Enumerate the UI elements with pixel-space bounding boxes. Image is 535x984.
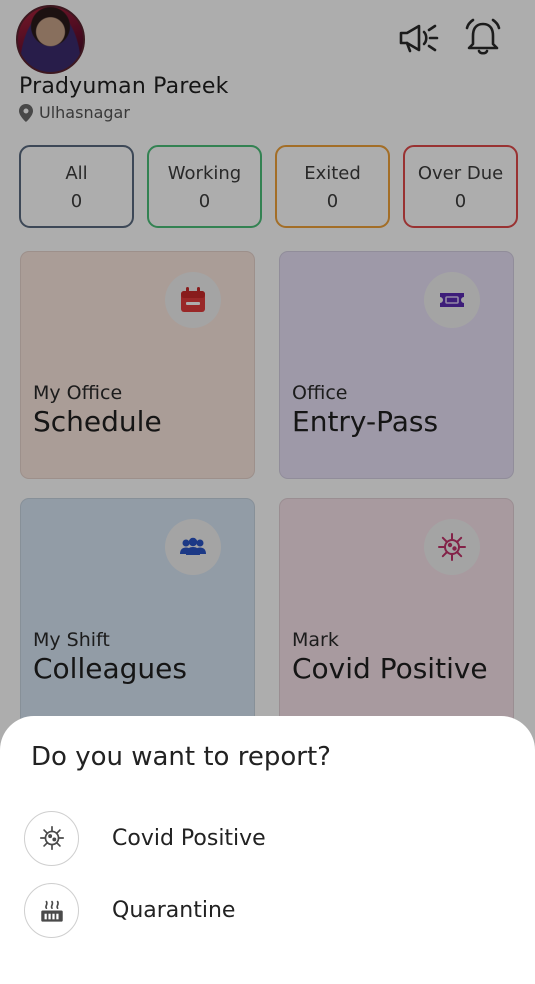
- option-icon-circle: [24, 810, 79, 866]
- option-covid-positive[interactable]: Covid Positive: [0, 807, 535, 869]
- option-label: Quarantine: [112, 897, 236, 923]
- report-bottom-sheet: Do you want to report? Covid Positive Qu…: [0, 716, 535, 984]
- option-label: Covid Positive: [112, 825, 266, 851]
- quarantine-icon: [40, 900, 63, 922]
- option-icon-circle: [24, 882, 79, 938]
- sheet-title: Do you want to report?: [31, 742, 331, 772]
- option-quarantine[interactable]: Quarantine: [0, 879, 535, 941]
- virus-icon: [39, 825, 64, 851]
